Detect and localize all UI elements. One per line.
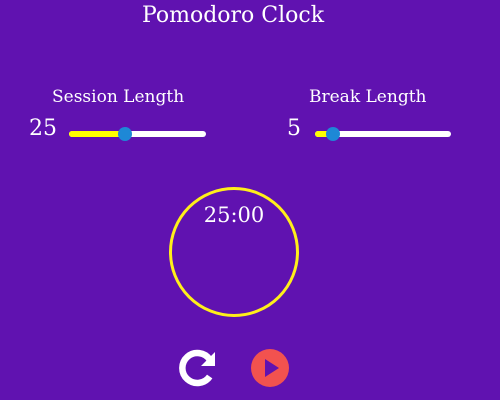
break-length-slider[interactable]	[315, 127, 451, 141]
reset-icon	[179, 349, 215, 387]
session-length-value: 25	[29, 116, 57, 141]
app-title: Pomodoro Clock	[141, 3, 325, 28]
break-length-label: Break Length	[309, 87, 427, 107]
play-button[interactable]	[249, 347, 291, 389]
session-length-slider[interactable]	[69, 127, 206, 141]
session-length-label: Session Length	[52, 87, 185, 107]
play-icon	[251, 349, 289, 387]
break-slider-thumb[interactable]	[325, 127, 340, 141]
reset-button[interactable]	[176, 347, 218, 389]
break-length-value: 5	[287, 116, 301, 141]
timer-display: 25:00	[203, 203, 265, 227]
session-slider-fill	[69, 131, 126, 137]
session-slider-thumb[interactable]	[118, 127, 133, 141]
